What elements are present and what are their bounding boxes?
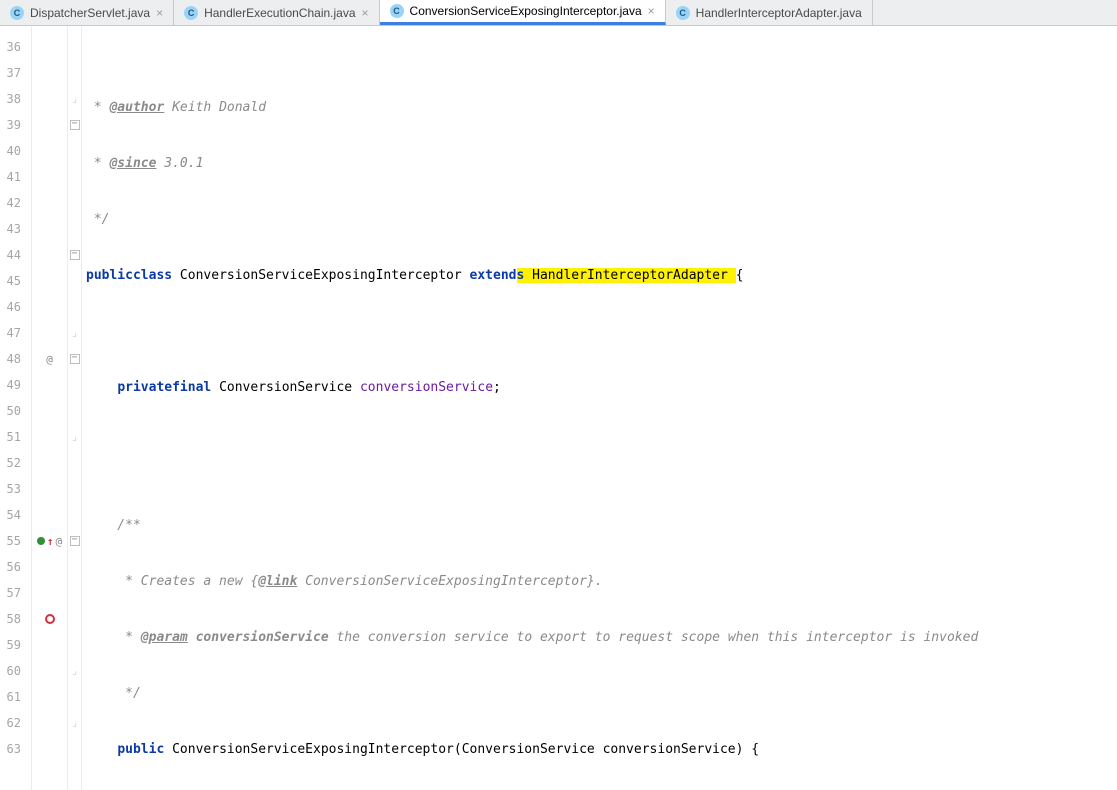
fold-toggle-icon[interactable] [70, 536, 80, 546]
line-number-gutter: 36 37 38 39 40 41 42 43 44 45 46 47 48 4… [0, 26, 32, 790]
code-line: * Creates a new {@link ConversionService… [82, 568, 1117, 594]
line-number: 43 [0, 216, 25, 242]
fold-end-icon[interactable]: ⌟ [71, 718, 77, 729]
line-number: 37 [0, 60, 25, 86]
fold-gutter: ⌟ ⌟ ⌟ ⌟ ⌟ [68, 26, 82, 790]
line-number: 49 [0, 372, 25, 398]
line-number: 61 [0, 684, 25, 710]
line-number: 58 [0, 606, 25, 632]
line-number: 51 [0, 424, 25, 450]
fold-toggle-icon[interactable] [70, 120, 80, 130]
tab-conversion-service-exposing-interceptor[interactable]: C ConversionServiceExposingInterceptor.j… [380, 0, 666, 25]
java-class-icon: C [390, 4, 404, 18]
line-number: 46 [0, 294, 25, 320]
breakpoint-icon[interactable] [32, 606, 67, 632]
line-number: 42 [0, 190, 25, 216]
line-number: 40 [0, 138, 25, 164]
editor-tab-bar: C DispatcherServlet.java × C HandlerExec… [0, 0, 1117, 26]
code-editor[interactable]: 36 37 38 39 40 41 42 43 44 45 46 47 48 4… [0, 26, 1117, 790]
close-icon[interactable]: × [362, 7, 369, 19]
line-number: 44 [0, 242, 25, 268]
code-line: * @since 3.0.1 [82, 150, 1117, 176]
line-number: 48 [0, 346, 25, 372]
fold-end-icon[interactable]: ⌟ [71, 328, 77, 339]
line-number: 47 [0, 320, 25, 346]
line-number: 50 [0, 398, 25, 424]
code-line: * @author Keith Donald [82, 94, 1117, 120]
code-line: public class ConversionServiceExposingIn… [82, 262, 1117, 288]
java-class-icon: C [184, 6, 198, 20]
override-gutter-icon[interactable]: ↑@ [32, 528, 67, 554]
line-number: 36 [0, 34, 25, 60]
line-number: 63 [0, 736, 25, 762]
tab-handler-execution-chain[interactable]: C HandlerExecutionChain.java × [174, 0, 379, 25]
tab-label: HandlerInterceptorAdapter.java [696, 6, 862, 20]
fold-toggle-icon[interactable] [70, 250, 80, 260]
fold-end-icon[interactable]: ⌟ [71, 432, 77, 443]
line-number: 45 [0, 268, 25, 294]
line-number: 38 [0, 86, 25, 112]
line-number: 57 [0, 580, 25, 606]
java-class-icon: C [10, 6, 24, 20]
override-gutter-icon[interactable]: @ [32, 346, 67, 372]
java-class-icon: C [676, 6, 690, 20]
line-number: 56 [0, 554, 25, 580]
line-number: 39 [0, 112, 25, 138]
line-number: 41 [0, 164, 25, 190]
code-line: * @param conversionService the conversio… [82, 624, 1117, 650]
line-number: 55 [0, 528, 25, 554]
line-number: 59 [0, 632, 25, 658]
close-icon[interactable]: × [156, 7, 163, 19]
line-number: 53 [0, 476, 25, 502]
code-line: /** [82, 512, 1117, 538]
annotation-gutter: @ ↑@ [32, 26, 68, 790]
tab-label: HandlerExecutionChain.java [204, 6, 355, 20]
line-number: 60 [0, 658, 25, 684]
code-line: public ConversionServiceExposingIntercep… [82, 736, 1117, 762]
line-number: 54 [0, 502, 25, 528]
code-line: */ [82, 680, 1117, 706]
tab-label: DispatcherServlet.java [30, 6, 150, 20]
fold-end-icon[interactable]: ⌟ [71, 94, 77, 105]
fold-toggle-icon[interactable] [70, 354, 80, 364]
line-number: 62 [0, 710, 25, 736]
fold-end-icon[interactable]: ⌟ [71, 666, 77, 677]
code-line: private final ConversionService conversi… [82, 374, 1117, 400]
tab-handler-interceptor-adapter[interactable]: C HandlerInterceptorAdapter.java [666, 0, 873, 25]
tab-label: ConversionServiceExposingInterceptor.jav… [410, 4, 642, 18]
code-line: */ [82, 206, 1117, 232]
code-area[interactable]: * @author Keith Donald * @since 3.0.1 */… [82, 26, 1117, 790]
tab-dispatcher-servlet[interactable]: C DispatcherServlet.java × [0, 0, 174, 25]
close-icon[interactable]: × [648, 5, 655, 17]
line-number: 52 [0, 450, 25, 476]
